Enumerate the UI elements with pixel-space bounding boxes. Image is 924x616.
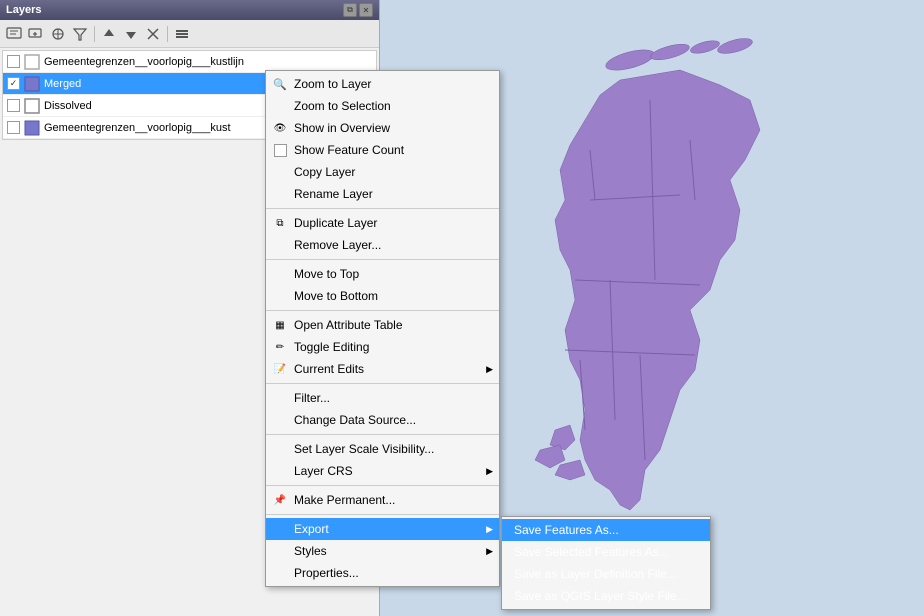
- menu-separator-5: [266, 434, 499, 435]
- layer-visibility-checkbox[interactable]: [7, 55, 20, 68]
- menu-label-change-data-source: Change Data Source...: [294, 413, 416, 427]
- menu-label-layer-crs: Layer CRS: [294, 464, 353, 478]
- layer-type-icon: [24, 54, 40, 70]
- add-layer-icon[interactable]: [26, 24, 46, 44]
- menu-item-make-permanent[interactable]: 📌 Make Permanent...: [266, 489, 499, 511]
- current-edits-icon: 📝: [272, 361, 288, 377]
- menu-item-move-to-top[interactable]: Move to Top: [266, 263, 499, 285]
- layers-panel-title: Layers: [6, 4, 41, 16]
- layer-type-icon: [24, 98, 40, 114]
- toolbar-separator-1: [94, 26, 95, 42]
- menu-label-toggle-editing: Toggle Editing: [294, 340, 369, 354]
- restore-button[interactable]: ⧉: [343, 3, 357, 17]
- menu-label-make-permanent: Make Permanent...: [294, 493, 395, 507]
- menu-item-export[interactable]: Export Save Features As... Save Selected…: [266, 518, 499, 540]
- menu-item-duplicate-layer[interactable]: ⧉ Duplicate Layer: [266, 212, 499, 234]
- close-button[interactable]: ✕: [359, 3, 373, 17]
- menu-item-change-data-source[interactable]: Change Data Source...: [266, 409, 499, 431]
- menu-item-properties[interactable]: Properties...: [266, 562, 499, 584]
- submenu-item-save-qgis-style[interactable]: Save as QGIS Layer Style File...: [502, 585, 710, 607]
- menu-label-move-to-top: Move to Top: [294, 267, 359, 281]
- menu-item-show-feature-count[interactable]: Show Feature Count: [266, 139, 499, 161]
- menu-label-export: Export: [294, 522, 329, 536]
- toolbar-separator-2: [167, 26, 168, 42]
- submenu-label-save-features-as: Save Features As...: [514, 523, 619, 537]
- layer-name-merged: Merged: [44, 78, 81, 90]
- make-permanent-icon: 📌: [272, 492, 288, 508]
- menu-item-toggle-editing[interactable]: ✏ Toggle Editing: [266, 336, 499, 358]
- submenu-label-save-layer-definition: Save as Layer Definition File...: [514, 567, 677, 581]
- menu-item-zoom-to-layer[interactable]: 🔍 Zoom to Layer: [266, 73, 499, 95]
- menu-label-zoom-to-layer: Zoom to Layer: [294, 77, 371, 91]
- layer-type-icon: [24, 76, 40, 92]
- menu-item-rename-layer[interactable]: Rename Layer: [266, 183, 499, 205]
- menu-item-remove-layer[interactable]: Remove Layer...: [266, 234, 499, 256]
- menu-label-styles: Styles: [294, 544, 327, 558]
- layer-name: Gemeentegrenzen__voorlopig___kustlijn: [44, 56, 244, 68]
- menu-label-show-feature-count: Show Feature Count: [294, 143, 404, 157]
- submenu-item-save-features-as[interactable]: Save Features As...: [502, 519, 710, 541]
- remove-layer-icon[interactable]: [143, 24, 163, 44]
- move-up-icon[interactable]: [99, 24, 119, 44]
- attribute-table-icon: ▦: [272, 317, 288, 333]
- context-menu: 🔍 Zoom to Layer Zoom to Selection 👁 Show…: [265, 70, 500, 587]
- menu-label-filter: Filter...: [294, 391, 330, 405]
- layer-visibility-checkbox[interactable]: [7, 99, 20, 112]
- submenu-label-save-selected-features: Save Selected Features As...: [514, 545, 669, 559]
- layer-visibility-checkbox[interactable]: [7, 121, 20, 134]
- menu-separator-1: [266, 208, 499, 209]
- layer-type-icon: [24, 120, 40, 136]
- menu-item-open-attribute-table[interactable]: ▦ Open Attribute Table: [266, 314, 499, 336]
- submenu-label-save-qgis-style: Save as QGIS Layer Style File...: [514, 589, 687, 603]
- menu-label-open-attribute-table: Open Attribute Table: [294, 318, 403, 332]
- menu-label-duplicate-layer: Duplicate Layer: [294, 216, 377, 230]
- filter-icon[interactable]: [70, 24, 90, 44]
- menu-label-current-edits: Current Edits: [294, 362, 364, 376]
- titlebar-buttons: ⧉ ✕: [343, 3, 373, 17]
- layer-visibility-checkbox[interactable]: ✓: [7, 77, 20, 90]
- expand-all-icon[interactable]: [172, 24, 192, 44]
- submenu-item-save-selected-features[interactable]: Save Selected Features As...: [502, 541, 710, 563]
- menu-item-layer-crs[interactable]: Layer CRS: [266, 460, 499, 482]
- menu-item-current-edits[interactable]: 📝 Current Edits: [266, 358, 499, 380]
- feature-count-checkbox[interactable]: [274, 144, 287, 157]
- layers-titlebar: Layers ⧉ ✕: [0, 0, 379, 20]
- menu-separator-7: [266, 514, 499, 515]
- menu-label-move-to-bottom: Move to Bottom: [294, 289, 378, 303]
- menu-label-show-overview: Show in Overview: [294, 121, 390, 135]
- menu-item-styles[interactable]: Styles: [266, 540, 499, 562]
- layers-toolbar: [0, 20, 379, 48]
- menu-separator-4: [266, 383, 499, 384]
- menu-label-remove-layer: Remove Layer...: [294, 238, 381, 252]
- menu-item-zoom-to-selection[interactable]: Zoom to Selection: [266, 95, 499, 117]
- menu-label-copy-layer: Copy Layer: [294, 165, 355, 179]
- menu-item-copy-layer[interactable]: Copy Layer: [266, 161, 499, 183]
- move-down-icon[interactable]: [121, 24, 141, 44]
- layer-name-4: Gemeentegrenzen__voorlopig___kust: [44, 122, 231, 134]
- toggle-editing-icon: ✏: [272, 339, 288, 355]
- menu-separator-6: [266, 485, 499, 486]
- menu-separator-3: [266, 310, 499, 311]
- menu-item-filter[interactable]: Filter...: [266, 387, 499, 409]
- open-layer-properties-icon[interactable]: [4, 24, 24, 44]
- show-overview-icon: 👁: [272, 120, 288, 136]
- menu-label-properties: Properties...: [294, 566, 359, 580]
- menu-label-zoom-to-selection: Zoom to Selection: [294, 99, 391, 113]
- menu-item-move-to-bottom[interactable]: Move to Bottom: [266, 285, 499, 307]
- menu-label-rename-layer: Rename Layer: [294, 187, 373, 201]
- menu-label-set-layer-scale: Set Layer Scale Visibility...: [294, 442, 434, 456]
- menu-separator-2: [266, 259, 499, 260]
- zoom-to-layer-icon: 🔍: [272, 76, 288, 92]
- export-submenu: Save Features As... Save Selected Featur…: [501, 516, 711, 610]
- menu-item-set-layer-scale[interactable]: Set Layer Scale Visibility...: [266, 438, 499, 460]
- menu-item-show-overview[interactable]: 👁 Show in Overview: [266, 117, 499, 139]
- submenu-item-save-layer-definition[interactable]: Save as Layer Definition File...: [502, 563, 710, 585]
- digitize-icon[interactable]: [48, 24, 68, 44]
- layer-name-dissolved: Dissolved: [44, 100, 92, 112]
- duplicate-layer-icon: ⧉: [272, 215, 288, 231]
